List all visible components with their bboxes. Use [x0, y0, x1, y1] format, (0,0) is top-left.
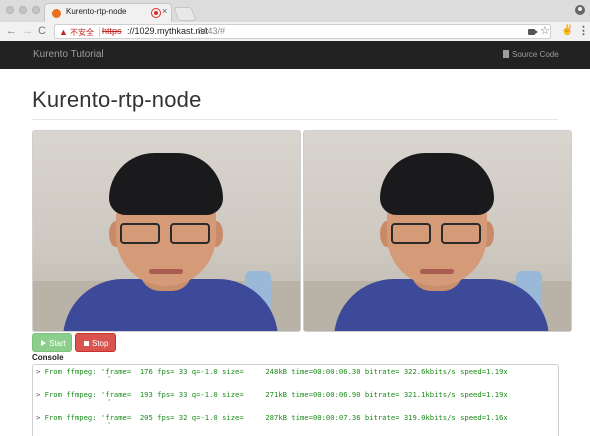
new-tab-button[interactable] [173, 7, 197, 21]
window-minimize-button[interactable] [19, 6, 27, 14]
console-label: Console [32, 353, 64, 362]
console-output[interactable]: > From ffmpeg: 'frame= 176 fps= 33 q=-1.… [32, 364, 559, 436]
omnibox-divider [99, 27, 100, 37]
recording-icon [152, 9, 160, 17]
browser-menu-icon[interactable]: ⋮ [578, 24, 589, 37]
start-button[interactable]: Start [32, 333, 72, 352]
title-divider [32, 119, 558, 120]
back-button[interactable]: ← [6, 25, 17, 37]
extension-icon[interactable]: ✌ [561, 25, 573, 36]
page-title: Kurento-rtp-node [32, 87, 202, 112]
stop-label: Stop [92, 339, 109, 348]
browser-chrome: Kurento-rtp-node × ← → C ▲ 不安全 https ://… [0, 0, 590, 41]
window-close-button[interactable] [6, 6, 14, 14]
insecure-label[interactable]: 不安全 [70, 27, 94, 38]
tab-strip: Kurento-rtp-node × [0, 0, 590, 22]
video-glasses [391, 223, 483, 245]
video-mouth [420, 269, 454, 274]
log-continuation: ' [107, 421, 112, 429]
tab-active[interactable]: Kurento-rtp-node × [44, 3, 172, 22]
window-zoom-button[interactable] [32, 6, 40, 14]
stop-icon [84, 341, 89, 346]
log-continuation: ' [107, 398, 112, 406]
start-label: Start [49, 339, 66, 348]
file-icon [503, 50, 509, 58]
video-glasses [120, 223, 212, 245]
url-path: :8443/# [195, 26, 226, 36]
url-scheme: https [102, 26, 122, 36]
camera-icon[interactable] [528, 29, 538, 35]
warning-icon[interactable]: ▲ [59, 27, 68, 37]
video-mouth [149, 269, 183, 274]
forward-button[interactable]: → [22, 25, 33, 37]
address-bar[interactable]: ▲ 不安全 https ://1029.mythkast.net :8443/#… [54, 24, 551, 39]
local-video [32, 130, 301, 332]
play-icon [41, 340, 46, 346]
video-hair [380, 153, 494, 215]
tab-title: Kurento-rtp-node [66, 7, 127, 16]
remote-video [303, 130, 572, 332]
reload-button[interactable]: C [38, 25, 46, 37]
navbar-brand[interactable]: Kurento Tutorial [33, 49, 104, 60]
log-continuation: ' [107, 375, 112, 383]
page-navbar: Kurento Tutorial Source Code [0, 41, 590, 69]
tab-close-icon[interactable]: × [162, 6, 167, 16]
video-hair [109, 153, 223, 215]
source-code-link[interactable]: Source Code [512, 50, 559, 59]
profile-icon[interactable] [575, 5, 585, 15]
favicon-icon [52, 9, 61, 18]
stop-button[interactable]: Stop [75, 333, 116, 352]
bookmark-star-icon[interactable]: ☆ [540, 25, 550, 38]
